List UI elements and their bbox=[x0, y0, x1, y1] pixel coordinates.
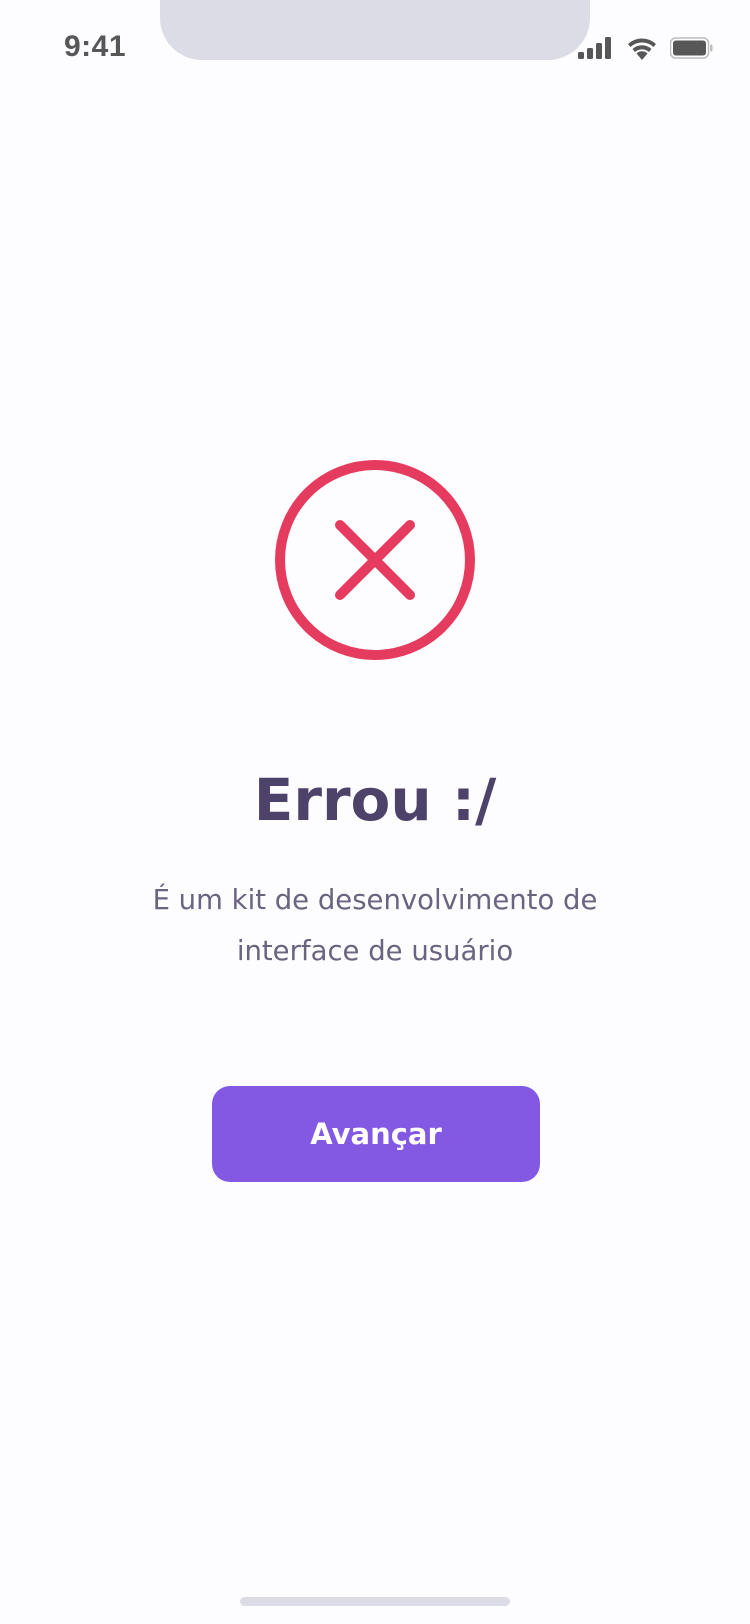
error-screen: 9:41 Errou :/ É um kit de desenvolviment… bbox=[0, 0, 750, 1624]
result-description: É um kit de desenvolvimento de interface… bbox=[152, 884, 598, 967]
battery-icon bbox=[670, 37, 713, 59]
cellular-signal-icon bbox=[578, 37, 611, 59]
wifi-icon bbox=[628, 38, 656, 60]
result-title: Errou :/ bbox=[253, 766, 497, 834]
error-x-circle-icon bbox=[275, 460, 475, 660]
device-notch bbox=[160, 0, 590, 60]
status-time: 9:41 bbox=[64, 30, 127, 63]
status-icons bbox=[578, 36, 714, 60]
next-button[interactable]: Avançar bbox=[212, 1086, 540, 1182]
home-indicator[interactable] bbox=[240, 1597, 510, 1606]
